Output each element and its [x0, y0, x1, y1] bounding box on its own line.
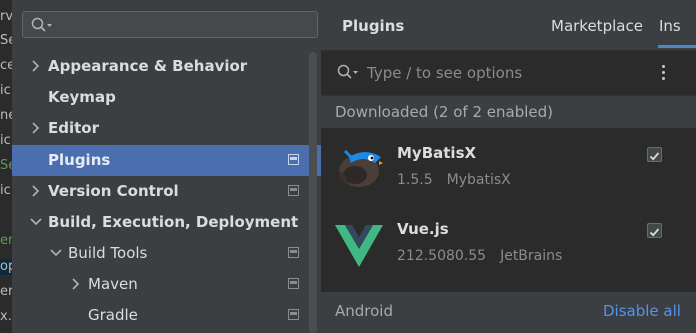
plugin-name: Vue.js [397, 220, 449, 238]
editor-fragment: er. [0, 233, 12, 248]
tree-item-editor[interactable]: Editor [12, 113, 321, 144]
chevron-right-icon[interactable] [31, 185, 41, 197]
editor-fragment: ne [0, 108, 12, 123]
tree-item-maven[interactable]: Maven [12, 269, 321, 300]
more-options-icon[interactable] [657, 65, 669, 83]
tab-installed[interactable]: Ins [659, 17, 681, 35]
tree-item-label: Plugins [48, 151, 111, 169]
editor-fragment: Se [0, 33, 12, 48]
search-icon [31, 17, 52, 32]
checkmark-icon [649, 228, 660, 237]
editor-fragment: rv [0, 9, 12, 24]
chevron-right-icon[interactable] [31, 60, 41, 72]
checkmark-icon [649, 152, 660, 161]
tree-item-label: Editor [48, 119, 99, 137]
page-title: Plugins [342, 17, 405, 35]
sidebar-scrollbar[interactable] [309, 52, 317, 333]
plugin-name: MyBatisX [397, 144, 477, 162]
android-section-header: Android Disable all [321, 292, 696, 333]
plugin-meta: 1.5.5 MybatisX [397, 172, 511, 188]
project-level-icon [288, 247, 299, 258]
active-tab-indicator [658, 45, 696, 48]
editor-background-strip: rv Se ce ic ne ic Se ic er. op er x.x [0, 0, 12, 333]
editor-fragment: Se [0, 158, 12, 173]
tree-item-label: Keymap [48, 88, 116, 106]
section-label: Downloaded (2 of 2 enabled) [335, 103, 553, 121]
tree-item-label: Appearance & Behavior [48, 57, 248, 75]
tree-item-build-execution-deployment[interactable]: Build, Execution, Deployment [12, 207, 321, 238]
chevron-down-icon[interactable] [50, 248, 62, 258]
plugin-item-vuejs[interactable]: Vue.js 212.5080.55 JetBrains [321, 204, 696, 280]
plugin-meta: 212.5080.55 JetBrains [397, 248, 562, 264]
editor-fragment: op [0, 259, 12, 275]
disable-all-link[interactable]: Disable all [603, 302, 681, 320]
tab-marketplace[interactable]: Marketplace [551, 17, 643, 35]
chevron-down-icon[interactable] [30, 217, 42, 227]
plugin-enabled-checkbox[interactable] [647, 147, 662, 162]
plugins-list-panel: Type / to see options Downloaded (2 of 2… [321, 51, 696, 333]
tree-item-appearance-behavior[interactable]: Appearance & Behavior [12, 51, 321, 82]
editor-fragment: ic [0, 83, 11, 98]
editor-fragment: ce [0, 58, 12, 73]
plugin-enabled-checkbox[interactable] [647, 223, 662, 238]
tree-item-label: Build Tools [68, 244, 148, 262]
tree-item-keymap[interactable]: Keymap [12, 82, 321, 113]
settings-sidebar: Appearance & Behavior Keymap Editor Plug… [12, 0, 321, 333]
tree-item-label: Build, Execution, Deployment [48, 213, 299, 231]
tree-item-plugins[interactable]: Plugins [12, 145, 321, 176]
plugin-item-mybatisx[interactable]: MyBatisX 1.5.5 MybatisX [321, 128, 696, 204]
plugin-vendor: MybatisX [446, 172, 511, 188]
plugin-search-input[interactable]: Type / to see options [367, 64, 522, 82]
downloaded-section-header: Downloaded (2 of 2 enabled) [321, 96, 696, 128]
tree-item-label: Maven [88, 275, 138, 293]
project-level-icon [288, 278, 299, 289]
tree-item-label: Gradle [88, 306, 138, 324]
chevron-right-icon[interactable] [31, 122, 41, 134]
chevron-right-icon[interactable] [71, 278, 81, 290]
tree-item-version-control[interactable]: Version Control [12, 176, 321, 207]
section-label: Android [335, 302, 393, 320]
vue-logo-icon [335, 225, 383, 267]
plugin-vendor: JetBrains [500, 248, 563, 264]
plugin-version: 212.5080.55 [397, 248, 487, 264]
mybatisx-bird-icon [338, 149, 383, 187]
plugins-pane: Plugins Marketplace Ins Type / to see op… [321, 0, 696, 333]
tree-item-build-tools[interactable]: Build Tools [12, 238, 321, 269]
project-level-icon [288, 185, 299, 196]
editor-fragment: x.x [0, 309, 12, 324]
editor-fragment: ic [0, 133, 11, 148]
project-level-icon [288, 154, 299, 165]
plugin-search-bar[interactable]: Type / to see options [321, 51, 696, 96]
plugins-header: Plugins Marketplace Ins [321, 0, 696, 51]
search-icon[interactable] [337, 64, 359, 80]
tree-item-label: Version Control [48, 182, 179, 200]
tree-item-gradle[interactable]: Gradle [12, 300, 321, 331]
plugin-version: 1.5.5 [397, 172, 433, 188]
editor-fragment: er [0, 284, 12, 299]
project-level-icon [288, 309, 299, 320]
editor-fragment: ic [0, 183, 11, 198]
settings-search-input[interactable] [22, 11, 318, 38]
